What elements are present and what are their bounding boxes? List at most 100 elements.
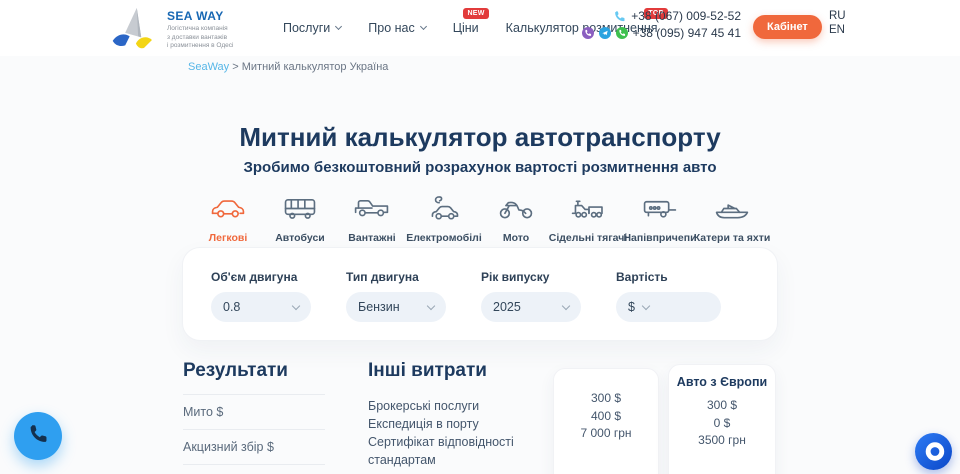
- select-3[interactable]: 2025: [481, 292, 581, 322]
- other-costs-list: Брокерські послугиЕкспедиція в портуСерт…: [368, 397, 563, 469]
- language-switcher: RU EN: [829, 10, 846, 36]
- bus-icon: [280, 195, 320, 227]
- header: SEA WAY Логістична компанія з доставки в…: [0, 0, 960, 56]
- phone-fab-button[interactable]: [14, 412, 62, 460]
- results-section: Результати Мито $Акцизний збір $: [183, 360, 325, 465]
- bottom-section: Результати Мито $Акцизний збір $ Інші ви…: [0, 360, 960, 474]
- chat-widget-button[interactable]: [915, 433, 952, 470]
- results-title: Результати: [183, 360, 325, 382]
- tab-label: Катери та яхти: [694, 232, 771, 244]
- lang-en[interactable]: EN: [829, 24, 846, 36]
- tab-label: Електромобілі: [406, 232, 482, 244]
- tab-label: Мото: [503, 232, 529, 244]
- price-value: 3500 грн: [669, 432, 775, 450]
- phone-icon: [27, 423, 49, 450]
- chevron-down-icon: [562, 302, 570, 310]
- main-content: SeaWay > Митний калькулятор Україна Митн…: [0, 56, 960, 474]
- tab-label: Легкові: [209, 232, 247, 244]
- nav-item-2[interactable]: Про нас: [368, 21, 425, 35]
- nav-item-label: Послуги: [283, 21, 330, 35]
- tab-boats[interactable]: Катери та яхти: [696, 195, 768, 244]
- vehicle-type-tabs: Легкові Автобуси Вантажні Електромобілі Мото…: [192, 195, 768, 244]
- logo[interactable]: SEA WAY Логістична компанія з доставки в…: [110, 6, 233, 54]
- select-4[interactable]: $: [616, 292, 721, 322]
- other-cost-item: Експедиція в порту: [368, 415, 563, 433]
- tab-buses[interactable]: Автобуси: [264, 195, 336, 244]
- page-title: Митний калькулятор автотранспорту: [0, 122, 960, 153]
- chevron-down-icon: [292, 302, 300, 310]
- select-value: 2025: [493, 300, 521, 314]
- nav-item-label: Ціни: [453, 21, 479, 35]
- field-label: Об'єм двигуна: [211, 270, 346, 284]
- telegram-icon[interactable]: [599, 27, 611, 39]
- calculator-form-card: Об'єм двигуна 0.8 Тип двигуна Бензин Рік вип…: [182, 247, 778, 341]
- nav-item-1[interactable]: Послуги: [283, 21, 341, 35]
- price-card-2: Авто з Європи 300 $0 $3500 грн: [668, 364, 776, 474]
- field-4: Вартість $: [616, 270, 751, 340]
- chevron-down-icon: [335, 23, 342, 30]
- contact-row: +38 (095) 947 45 41: [582, 26, 741, 40]
- tab-label: Автобуси: [275, 232, 325, 244]
- result-item: Мито $: [183, 395, 325, 430]
- logo-title: SEA WAY: [167, 9, 233, 23]
- viber-icon[interactable]: [582, 27, 594, 39]
- phone-icon[interactable]: [613, 10, 626, 23]
- breadcrumb-separator: >: [232, 61, 238, 73]
- tab-cars[interactable]: Легкові: [192, 195, 264, 244]
- electric-car-icon: [424, 195, 464, 227]
- other-costs-title: Інші витрати: [368, 360, 563, 382]
- chevron-down-icon: [427, 302, 435, 310]
- select-2[interactable]: Бензин: [346, 292, 446, 322]
- field-2: Тип двигуна Бензин: [346, 270, 481, 340]
- tab-label: Напівпричепи: [623, 232, 696, 244]
- tab-tractors[interactable]: Сідельні тягачі: [552, 195, 624, 244]
- price-value: 300 $: [554, 390, 658, 408]
- chevron-down-icon: [642, 302, 650, 310]
- select-value: 0.8: [223, 300, 240, 314]
- other-cost-item: Сертифікат відповідності стандартам: [368, 433, 563, 469]
- tab-label: Вантажні: [348, 232, 395, 244]
- select-1[interactable]: 0.8: [211, 292, 311, 322]
- semi-truck-icon: [568, 195, 608, 227]
- header-contacts: +38 (067) 009-52-52 +38 (095) 947 45 41: [582, 9, 741, 40]
- breadcrumb: SeaWay > Митний калькулятор Україна: [188, 61, 388, 73]
- cabinet-button[interactable]: Кабінет: [753, 15, 822, 39]
- tab-moto[interactable]: Мото: [480, 195, 552, 244]
- price-value: 0 $: [669, 415, 775, 433]
- yacht-icon: [712, 195, 752, 227]
- field-label: Рік випуску: [481, 270, 616, 284]
- select-value: $: [628, 300, 635, 314]
- tab-electric[interactable]: Електромобілі: [408, 195, 480, 244]
- price-value: 300 $: [669, 397, 775, 415]
- price-card-title: Авто з Європи: [669, 375, 775, 389]
- motorcycle-icon: [496, 195, 536, 227]
- nav-item-label: Про нас: [368, 21, 414, 35]
- tab-trucks[interactable]: Вантажні: [336, 195, 408, 244]
- field-3: Рік випуску 2025: [481, 270, 616, 340]
- price-value: 7 000 грн: [554, 425, 658, 443]
- chevron-down-icon: [420, 23, 427, 30]
- tab-semitrailers[interactable]: Напівпричепи: [624, 195, 696, 244]
- results-list: Мито $Акцизний збір $: [183, 394, 325, 465]
- seaway-logo-icon: [110, 6, 160, 54]
- whatsapp-icon[interactable]: [616, 27, 628, 39]
- field-label: Вартість: [616, 270, 751, 284]
- contact-row: +38 (067) 009-52-52: [613, 9, 741, 23]
- phone-number[interactable]: +38 (067) 009-52-52: [631, 9, 741, 23]
- car-icon: [208, 195, 248, 227]
- result-item: Акцизний збір $: [183, 430, 325, 465]
- breadcrumb-current: Митний калькулятор Україна: [242, 61, 389, 73]
- field-label: Тип двигуна: [346, 270, 481, 284]
- phone-number[interactable]: +38 (095) 947 45 41: [633, 26, 741, 40]
- breadcrumb-home-link[interactable]: SeaWay: [188, 61, 229, 73]
- lang-ru[interactable]: RU: [829, 10, 846, 22]
- trailer-icon: [640, 195, 680, 227]
- tab-label: Сідельні тягачі: [549, 232, 628, 244]
- price-card-1: 300 $400 $7 000 грн: [553, 368, 659, 474]
- page-subtitle: Зробимо безкоштовний розрахунок вартості…: [0, 159, 960, 176]
- price-value: 400 $: [554, 408, 658, 426]
- truck-icon: [352, 195, 392, 227]
- other-costs-section: Інші витрати Брокерські послугиЕкспедиці…: [368, 360, 563, 474]
- select-value: Бензин: [358, 300, 400, 314]
- nav-item-3[interactable]: ЦіниNEW: [453, 21, 479, 35]
